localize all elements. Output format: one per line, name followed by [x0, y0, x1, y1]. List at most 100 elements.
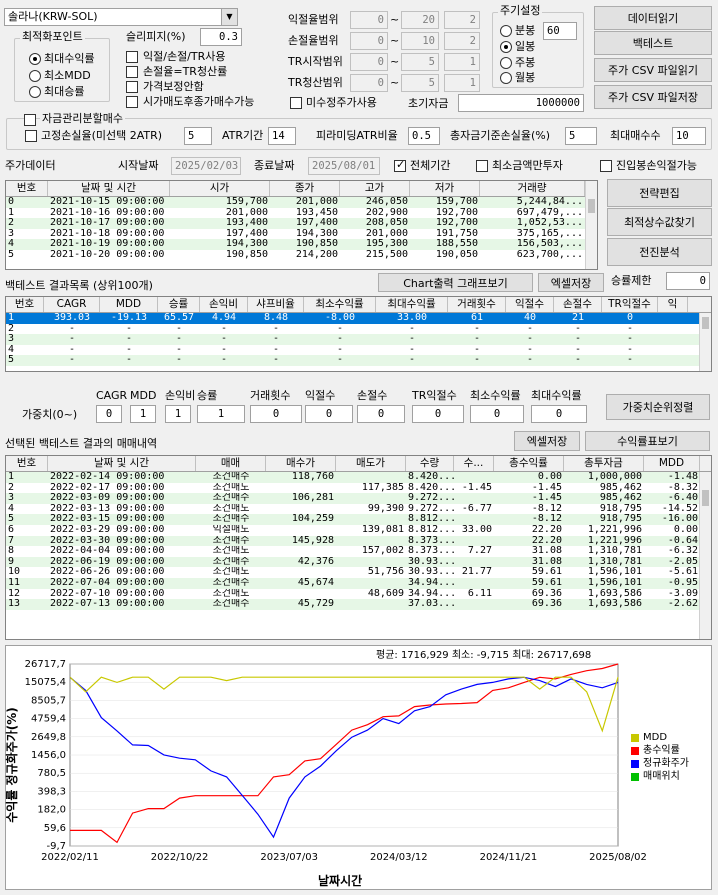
backtest-button[interactable]: 백테스트	[594, 31, 712, 55]
weight-input[interactable]: 0	[470, 405, 524, 423]
weight-input[interactable]: 0	[357, 405, 405, 423]
check-no-price-adjust[interactable]	[126, 81, 138, 93]
trade-row[interactable]: 12 2022-07-10 09:00:00 조건매도 48,609 34.94... 6…	[6, 589, 711, 600]
trade-row[interactable]: 7 2022-03-30 09:00:00 조건매수 145,928 8.373... 2…	[6, 535, 711, 547]
trade-row[interactable]: 13 2022-07-13 09:00:00 조건매수 45,729 37.03... 6…	[6, 599, 711, 610]
col-header[interactable]: 손익비	[200, 297, 248, 312]
weight-sort-button[interactable]: 가중치순위정렬	[606, 394, 710, 420]
check-sl-eq-tr[interactable]	[126, 66, 138, 78]
save-csv-button[interactable]: 주가 CSV 파일저장	[594, 85, 712, 109]
period-day-radio[interactable]	[500, 41, 512, 53]
weight-input[interactable]: 1	[130, 405, 156, 423]
stock-row[interactable]: 0 2021-10-15 09:00:00 159,700 201,000 246,05…	[6, 197, 597, 208]
weight-input[interactable]: 0	[412, 405, 464, 423]
trades-scrollbar[interactable]	[699, 472, 711, 639]
col-header[interactable]: 날짜 및 시간	[48, 456, 196, 471]
stock-row[interactable]: 1 2021-10-16 09:00:00 201,000 193,450 202,90…	[6, 208, 597, 219]
col-header[interactable]: 저가	[410, 181, 480, 196]
trade-row[interactable]: 9 2022-06-19 09:00:00 조건매수 42,376 30.93... 31…	[6, 556, 711, 568]
check-split-buy[interactable]	[24, 114, 36, 126]
trade-row[interactable]: 5 2022-03-15 09:00:00 조건매수 104,259 8.812... -…	[6, 514, 711, 525]
period-month-radio[interactable]	[500, 72, 512, 84]
range-trexit-to[interactable]: 5	[401, 74, 439, 92]
col-header[interactable]: 익	[658, 297, 688, 312]
range-tp-to[interactable]: 20	[401, 11, 439, 29]
col-header[interactable]: 매수가	[266, 456, 336, 471]
backtest-row[interactable]: 3 - - - - - - - - - - -	[6, 334, 711, 345]
col-header[interactable]: 수...	[454, 456, 494, 471]
read-csv-button[interactable]: 주가 CSV 파일읽기	[594, 58, 712, 82]
trade-row[interactable]: 6 2022-03-29 09:00:00 익절매도 139,081 8.812... 3…	[6, 525, 711, 536]
stock-scrollbar[interactable]	[585, 181, 597, 269]
slippage-input[interactable]: 0.3	[200, 28, 242, 46]
trade-row[interactable]: 3 2022-03-09 09:00:00 조건매수 106,281 9.272... -…	[6, 493, 711, 504]
col-header[interactable]: 샤프비율	[248, 297, 304, 312]
capital-input[interactable]: 1000000	[458, 94, 584, 112]
backtest-row[interactable]: 5 - - - - - - - - - - -	[6, 355, 711, 366]
check-open-sell-close-buy[interactable]	[126, 96, 138, 108]
opt-min-mdd-radio[interactable]	[29, 70, 41, 82]
total-loss-input[interactable]: 5	[565, 127, 597, 145]
range-sl-from[interactable]: 0	[350, 32, 388, 50]
col-header[interactable]: 손절수	[554, 297, 602, 312]
stock-row[interactable]: 2 2021-10-17 09:00:00 193,400 197,400 208,05…	[6, 218, 597, 229]
chevron-down-icon[interactable]: ▼	[221, 9, 237, 25]
range-trexit-step[interactable]: 1	[444, 74, 480, 92]
range-sl-step[interactable]: 2	[444, 32, 480, 50]
strategy-edit-button[interactable]: 전략편집	[607, 179, 712, 207]
range-tp-from[interactable]: 0	[350, 11, 388, 29]
range-trstart-from[interactable]: 0	[350, 53, 388, 71]
walk-forward-button[interactable]: 전진분석	[607, 238, 712, 266]
weight-input[interactable]: 0	[250, 405, 302, 423]
read-data-button[interactable]: 데이터읽기	[594, 6, 712, 30]
check-use-tp-sl-tr[interactable]	[126, 51, 138, 63]
col-header[interactable]: TR익절수	[602, 297, 658, 312]
col-header[interactable]: MDD	[100, 297, 158, 312]
trades-excel-button[interactable]: 엑셀저장	[514, 431, 580, 451]
check-all-period[interactable]	[394, 158, 406, 172]
backtest-excel-button[interactable]: 엑셀저장	[538, 273, 604, 292]
col-header[interactable]: 거래량	[480, 181, 585, 196]
trade-row[interactable]: 2 2022-02-17 09:00:00 조건매도 117,385 8.420... -…	[6, 483, 711, 494]
symbol-select[interactable]: 솔라나(KRW-SOL)	[4, 8, 238, 26]
optimize-button[interactable]: 최적상수값찾기	[607, 208, 712, 236]
chart-output-button[interactable]: Chart출력 그래프보기	[378, 273, 533, 292]
backtest-row[interactable]: 1 393.03 -19.13 65.57 4.94 8.48 -8.00 33.00 61 40…	[6, 313, 711, 324]
col-header[interactable]: 총투자금	[564, 456, 644, 471]
col-header[interactable]: 매도가	[336, 456, 406, 471]
trade-row[interactable]: 1 2022-02-14 09:00:00 조건매수 118,760 8.420... 0…	[6, 472, 711, 483]
check-entry-bar-loss[interactable]	[600, 160, 612, 172]
opt-max-return-radio[interactable]	[29, 53, 41, 65]
backtest-row[interactable]: 4 - - - - - - - - - - -	[6, 345, 711, 356]
range-trstart-step[interactable]: 1	[444, 53, 480, 71]
col-header[interactable]: 번호	[6, 297, 44, 312]
pyramid-input[interactable]: 0.5	[408, 127, 440, 145]
col-header[interactable]: 수량	[406, 456, 454, 471]
period-week-radio[interactable]	[500, 57, 512, 69]
col-header[interactable]: 익절수	[506, 297, 554, 312]
check-fixed-loss[interactable]	[25, 130, 37, 142]
period-minute-input[interactable]: 60	[543, 22, 577, 40]
start-date-input[interactable]: 2025/02/03	[171, 157, 241, 175]
col-header[interactable]: 종가	[270, 181, 340, 196]
stock-row[interactable]: 3 2021-10-18 09:00:00 197,400 194,300 201,00…	[6, 229, 597, 240]
backtest-row[interactable]: 2 - - - - - - - - - - -	[6, 324, 711, 335]
col-header[interactable]: 번호	[6, 456, 48, 471]
trade-row[interactable]: 8 2022-04-04 09:00:00 조건매도 157,002 8.373... 7…	[6, 546, 711, 557]
stock-data-grid[interactable]: 번호 날짜 및 시간 시가 종가 고가 저가 거래량 0 2021-10-15 0…	[5, 180, 598, 270]
weight-input[interactable]: 1	[197, 405, 245, 423]
col-header[interactable]: 시가	[170, 181, 270, 196]
backtest-grid[interactable]: 번호 CAGR MDD 승률 손익비 샤프비율 최소수익률 최대수익률 거래횟수…	[5, 296, 712, 372]
max-buy-input[interactable]: 10	[672, 127, 706, 145]
col-header[interactable]: MDD	[644, 456, 700, 471]
weight-input[interactable]: 0	[531, 405, 587, 423]
col-header[interactable]: 최소수익률	[304, 297, 376, 312]
trade-row[interactable]: 4 2022-03-13 09:00:00 조건매도 99,390 9.272... -6…	[6, 504, 711, 515]
atr-input[interactable]: 14	[268, 127, 296, 145]
col-header[interactable]: CAGR	[44, 297, 100, 312]
backtest-scrollbar[interactable]	[699, 313, 711, 371]
range-tp-step[interactable]: 2	[444, 11, 480, 29]
col-header[interactable]: 번호	[6, 181, 48, 196]
winrate-limit-input[interactable]: 0	[666, 272, 710, 290]
col-header[interactable]: 매매	[196, 456, 266, 471]
